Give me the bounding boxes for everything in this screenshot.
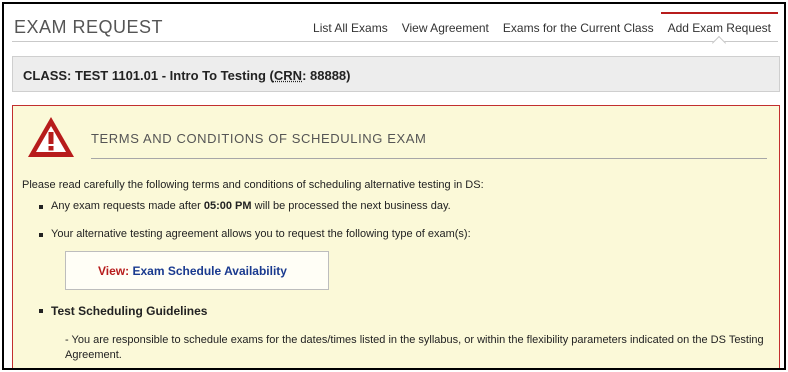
bullet-deadline-before: Any exam requests made after (51, 200, 204, 212)
deadline-time: 05:00 PM (203, 200, 252, 212)
terms-intro: Please read carefully the following term… (22, 179, 484, 191)
view-exam-schedule-box: View: Exam Schedule Availability (65, 251, 329, 290)
tab-add-exam-request-label: Add Exam Request (667, 21, 771, 35)
tab-list-all-exams[interactable]: List All Exams (306, 12, 395, 42)
bullet-deadline: Any exam requests made after 05:00 PM wi… (39, 200, 451, 212)
tab-view-agreement[interactable]: View Agreement (395, 12, 496, 42)
exam-schedule-availability-link[interactable]: Exam Schedule Availability (132, 264, 287, 278)
crn-abbreviation: CRN (273, 68, 303, 83)
nav-tabs: List All Exams View Agreement Exams for … (306, 12, 778, 51)
tab-add-exam-request[interactable]: Add Exam Request (660, 12, 778, 51)
page-header: EXAM REQUEST List All Exams View Agreeme… (12, 12, 778, 51)
tab-exams-current-class[interactable]: Exams for the Current Class (496, 12, 661, 42)
active-tab-caret (712, 35, 727, 51)
page-title: EXAM REQUEST (14, 17, 164, 37)
class-suffix: : 88888) (302, 68, 351, 83)
warning-triangle-icon (28, 117, 74, 157)
bullet-agreement: Your alternative testing agreement allow… (39, 228, 471, 240)
class-info-bar: CLASS: TEST 1101.01 - Intro To Testing (… (12, 56, 780, 92)
app-frame: EXAM REQUEST List All Exams View Agreeme… (2, 2, 786, 370)
bullet-deadline-after: will be processed the next business day. (251, 200, 451, 212)
view-label: View: (98, 264, 130, 278)
class-prefix: CLASS: TEST 1101.01 - Intro To Testing ( (23, 68, 274, 83)
guidelines-text: - You are responsible to schedule exams … (65, 334, 764, 361)
terms-title: TERMS AND CONDITIONS OF SCHEDULING EXAM (91, 131, 427, 146)
terms-panel: TERMS AND CONDITIONS OF SCHEDULING EXAM … (12, 105, 780, 368)
guidelines-title: Test Scheduling Guidelines (38, 304, 208, 318)
terms-divider (91, 158, 767, 159)
